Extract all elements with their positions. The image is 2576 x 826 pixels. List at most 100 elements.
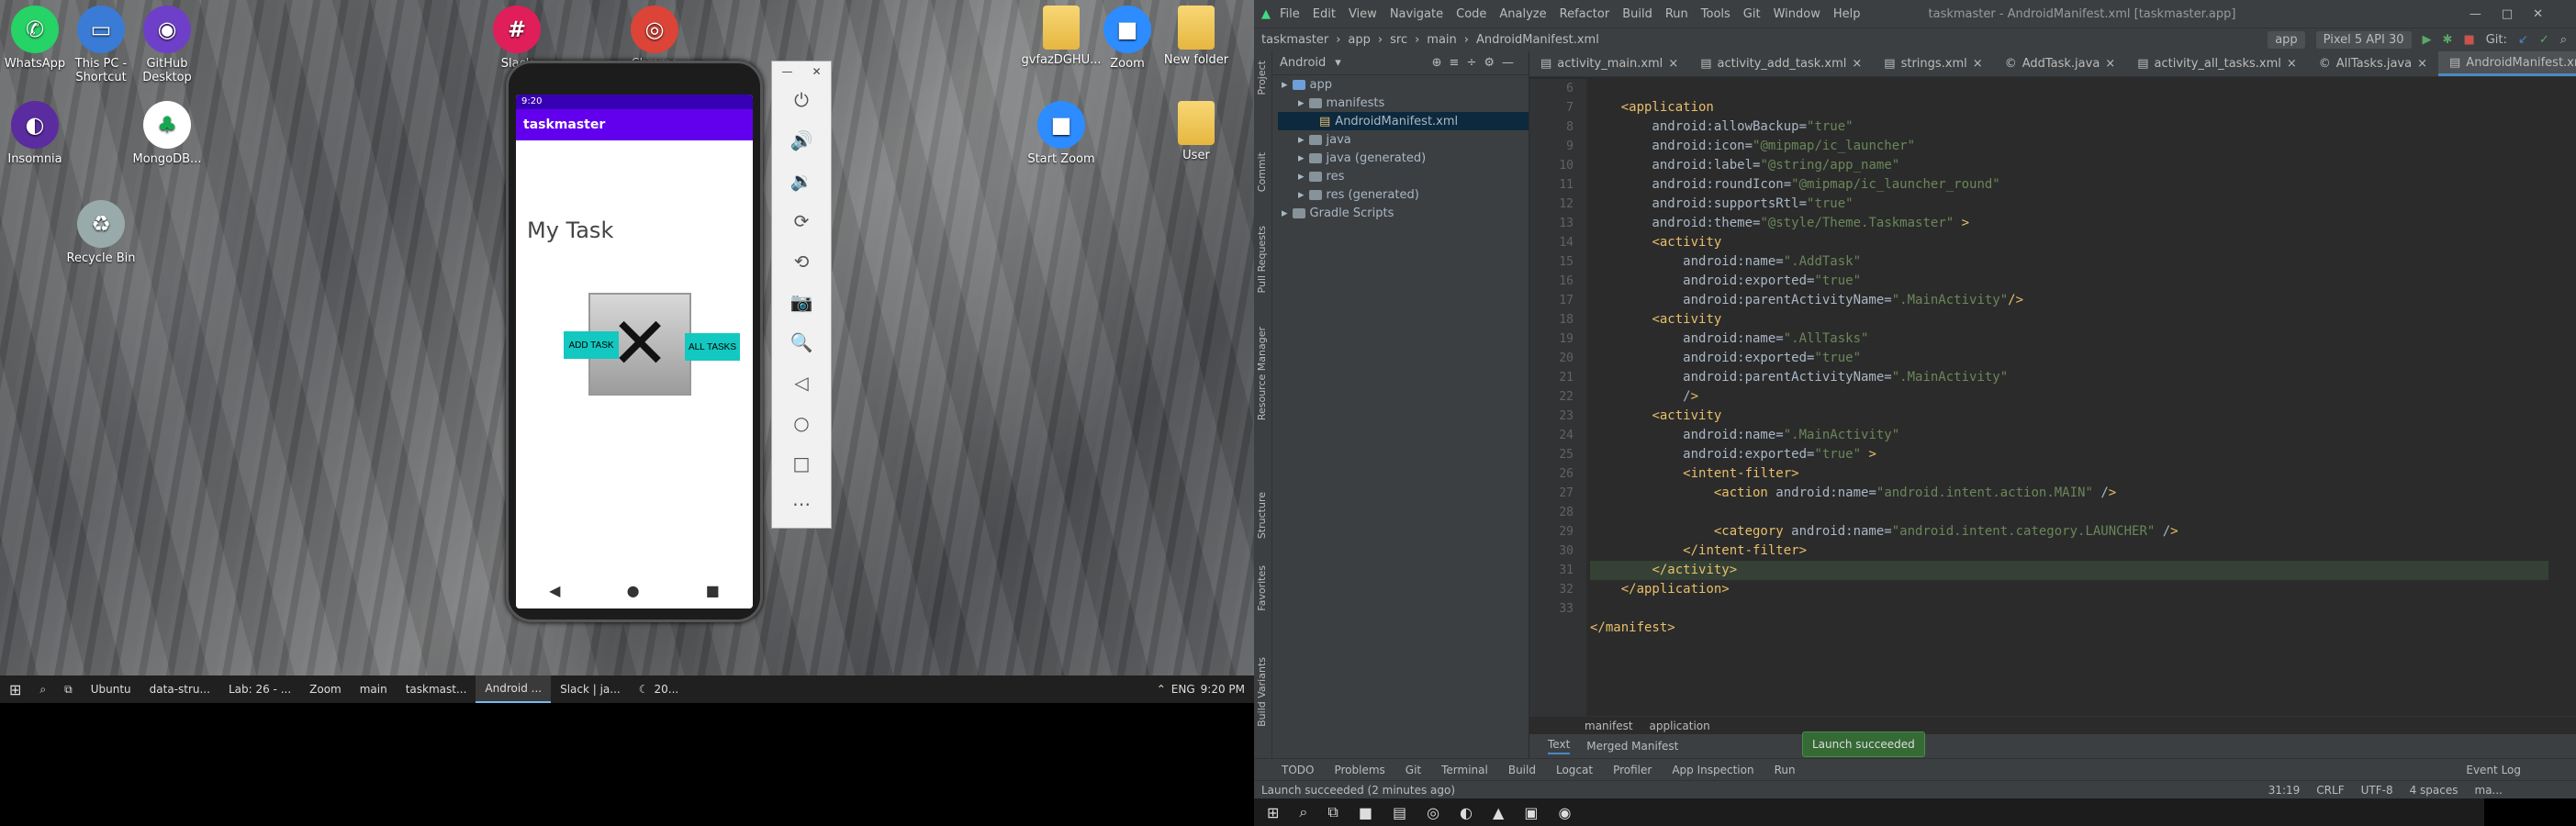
editor-tab[interactable]: ▤ activity_all_tasks.xml × bbox=[2126, 51, 2308, 76]
tray-chevron-icon[interactable]: ⌃ bbox=[1157, 683, 1166, 696]
left-tool-structure[interactable]: Structure bbox=[1256, 492, 1268, 539]
chevron-down-icon[interactable]: ▾ bbox=[1335, 56, 1341, 70]
taskbar-item[interactable]: Ubuntu bbox=[82, 675, 140, 703]
left-tool-pull-requests[interactable]: Pull Requests bbox=[1256, 226, 1268, 293]
menu-item-build[interactable]: Build bbox=[1622, 7, 1652, 21]
editor-tab[interactable]: ▤ strings.xml × bbox=[1873, 51, 1993, 76]
tab-close-icon[interactable]: × bbox=[2417, 57, 2427, 71]
tab-close-icon[interactable]: × bbox=[1668, 57, 1678, 71]
desktop-icon[interactable]: ◐ Insomnia bbox=[0, 101, 79, 166]
git-commit-icon[interactable]: ✓ bbox=[2539, 33, 2549, 47]
tool-window-app-inspection[interactable]: App Inspection bbox=[1672, 764, 1753, 776]
editor-tab[interactable]: © AllTasks.java × bbox=[2308, 51, 2438, 76]
back-nav-icon[interactable]: ◀ bbox=[549, 582, 560, 599]
overview-icon[interactable]: □ bbox=[783, 445, 820, 482]
recents-nav-icon[interactable]: ■ bbox=[706, 582, 720, 599]
event-log-button[interactable]: Event Log bbox=[2466, 764, 2576, 776]
left-tool-resource-manager[interactable]: Resource Manager bbox=[1256, 327, 1268, 420]
desktop-icon[interactable]: ♻ Recycle Bin bbox=[57, 200, 145, 265]
menu-item-help[interactable]: Help bbox=[1833, 7, 1861, 21]
desktop-icon[interactable]: ♣ MongoDB... bbox=[123, 101, 211, 166]
chevron-icon[interactable]: ▸ bbox=[1298, 170, 1305, 184]
editor-tab[interactable]: ▤ activity_main.xml × bbox=[1529, 51, 1689, 76]
start-icon[interactable]: ⊞ bbox=[1267, 804, 1279, 821]
tab-close-icon[interactable]: × bbox=[1973, 57, 1983, 71]
rotate-left-icon[interactable]: ⟳ bbox=[783, 203, 820, 240]
camera-icon[interactable]: 📷 bbox=[783, 284, 820, 320]
status-item[interactable]: UTF-8 bbox=[2361, 784, 2393, 797]
taskbar-app-icon[interactable]: ■ bbox=[1359, 804, 1372, 821]
taskbar-app-icon[interactable]: ◉ bbox=[1558, 804, 1571, 821]
device-select[interactable]: Pixel 5 API 30 bbox=[2315, 31, 2412, 49]
menu-item-view[interactable]: View bbox=[1349, 7, 1377, 21]
nav-path-item[interactable]: taskmaster bbox=[1261, 33, 1328, 47]
taskbar-item[interactable]: Android ... bbox=[476, 675, 552, 703]
rotate-right-icon[interactable]: ⟲ bbox=[783, 243, 820, 280]
minimize-icon[interactable]: — bbox=[781, 65, 792, 82]
tool-window-logcat[interactable]: Logcat bbox=[1556, 764, 1593, 776]
task-view-icon[interactable]: ⧉ bbox=[1327, 803, 1338, 821]
task-view-icon[interactable]: ⧉ bbox=[55, 675, 82, 703]
desktop-icon[interactable]: ■ Start Zoom bbox=[1017, 101, 1105, 166]
menu-item-edit[interactable]: Edit bbox=[1313, 7, 1336, 21]
status-item[interactable]: ma... bbox=[2475, 784, 2503, 797]
tool-window-run[interactable]: Run bbox=[1775, 764, 1796, 776]
taskbar-item[interactable]: main bbox=[351, 675, 397, 703]
menu-item-analyze[interactable]: Analyze bbox=[1499, 7, 1546, 21]
menu-item-run[interactable]: Run bbox=[1665, 7, 1688, 21]
status-item[interactable]: CRLF bbox=[2316, 784, 2344, 797]
desktop-icon[interactable]: User bbox=[1152, 101, 1240, 162]
volume-up-icon[interactable]: 🔊 bbox=[783, 122, 820, 159]
home-icon[interactable]: ○ bbox=[783, 405, 820, 441]
taskbar-app-icon[interactable]: ▲ bbox=[1493, 804, 1504, 821]
chevron-icon[interactable]: ▸ bbox=[1298, 151, 1305, 165]
desktop-icon[interactable]: ◉ GitHub Desktop bbox=[123, 6, 211, 84]
breadcrumb-manifest[interactable]: manifest bbox=[1585, 720, 1633, 732]
run-config-select[interactable]: app bbox=[2268, 31, 2305, 49]
add-task-button[interactable]: ADD TASK bbox=[564, 331, 619, 359]
home-nav-icon[interactable]: ● bbox=[627, 582, 640, 599]
tree-item[interactable]: ▤ AndroidManifest.xml bbox=[1278, 112, 1529, 130]
editor-tab[interactable]: ▤ activity_add_task.xml × bbox=[1689, 51, 1873, 76]
code-editor[interactable]: <application android:allowBackup="true" … bbox=[1590, 79, 2548, 721]
tool-window-profiler[interactable]: Profiler bbox=[1613, 764, 1652, 776]
nav-path-item[interactable]: AndroidManifest.xml bbox=[1476, 33, 1599, 47]
search-icon[interactable]: ⌕ bbox=[1299, 803, 1307, 821]
left-tool-commit[interactable]: Commit bbox=[1256, 152, 1268, 192]
tool-window-terminal[interactable]: Terminal bbox=[1441, 764, 1488, 776]
volume-down-icon[interactable]: 🔉 bbox=[783, 162, 820, 199]
system-tray[interactable]: ⌃ ENG 9:20 PM bbox=[1148, 675, 1254, 703]
taskbar-item[interactable]: Lab: 26 - ... bbox=[219, 675, 300, 703]
tool-window-problems[interactable]: Problems bbox=[1334, 764, 1384, 776]
taskbar-app-icon[interactable]: ▤ bbox=[1393, 804, 1406, 821]
menu-item-refactor[interactable]: Refactor bbox=[1560, 7, 1610, 21]
project-view-select[interactable]: Android bbox=[1280, 56, 1326, 70]
menu-item-code[interactable]: Code bbox=[1456, 7, 1486, 21]
taskbar-item[interactable]: data-stru... bbox=[140, 675, 219, 703]
taskbar-app-icon[interactable]: ▣ bbox=[1524, 804, 1538, 821]
nav-path-item[interactable]: src bbox=[1390, 33, 1407, 47]
menu-item-git[interactable]: Git bbox=[1743, 7, 1761, 21]
back-icon[interactable]: ◁ bbox=[783, 364, 820, 401]
git-update-icon[interactable]: ↙ bbox=[2518, 33, 2528, 47]
power-icon[interactable]: ⏻ bbox=[783, 82, 820, 118]
menu-item-tools[interactable]: Tools bbox=[1701, 7, 1730, 21]
tree-item[interactable]: ▸ java (generated) bbox=[1278, 149, 1529, 167]
close-icon[interactable]: ✕ bbox=[812, 65, 821, 82]
tab-text[interactable]: Text bbox=[1548, 738, 1571, 754]
run-icon[interactable]: ▶ bbox=[2423, 33, 2432, 47]
taskbar-app-icon[interactable]: ◎ bbox=[1427, 804, 1439, 821]
tool-window-todo[interactable]: TODO bbox=[1282, 764, 1314, 776]
taskbar-item[interactable]: Zoom bbox=[300, 675, 351, 703]
menu-item-navigate[interactable]: Navigate bbox=[1390, 7, 1443, 21]
tree-item[interactable]: ▸ manifests bbox=[1278, 94, 1529, 112]
menu-item-file[interactable]: File bbox=[1280, 7, 1300, 21]
tab-close-icon[interactable]: × bbox=[2105, 57, 2115, 71]
editor-tab[interactable]: ▤AndroidManifest.xml× bbox=[2438, 51, 2576, 76]
chevron-icon[interactable]: ▸ bbox=[1282, 78, 1288, 92]
tree-item[interactable]: ▸ res (generated) bbox=[1278, 185, 1529, 204]
zoom-icon[interactable]: 🔍 bbox=[783, 324, 820, 361]
tree-item[interactable]: ▸ res bbox=[1278, 167, 1529, 185]
menu-item-window[interactable]: Window bbox=[1774, 7, 1820, 21]
desktop-icon[interactable]: New folder bbox=[1152, 6, 1240, 67]
